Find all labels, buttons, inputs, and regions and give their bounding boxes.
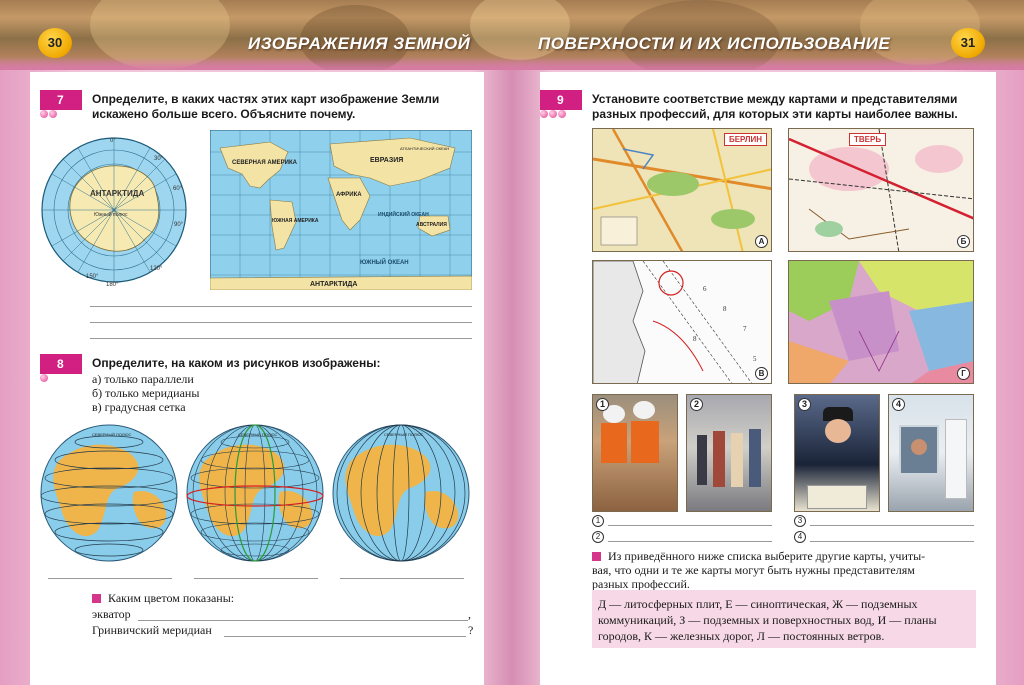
difficulty-dots — [40, 374, 49, 384]
task-7-text: Определите, в каких частях этих карт изо… — [92, 92, 440, 121]
answer-line[interactable] — [90, 338, 472, 339]
answer-number: 2 — [592, 531, 604, 543]
svg-text:90°: 90° — [174, 222, 184, 228]
svg-text:ЮЖНЫЙ ОКЕАН: ЮЖНЫЙ ОКЕАН — [360, 258, 409, 266]
globe-parallels: СЕВЕРНЫЙ ПОЛЮС — [40, 424, 178, 562]
svg-text:0°: 0° — [110, 138, 116, 144]
south-pole-label: Южный полюс — [94, 211, 128, 218]
svg-text:ЮЖНАЯ АМЕРИКА: ЮЖНАЯ АМЕРИКА — [272, 218, 319, 224]
left-page: 7 Определите, в каких частях этих карт и… — [30, 72, 484, 685]
photo-number: 2 — [690, 398, 703, 411]
equator-label: экватор — [92, 607, 131, 621]
photo-3-ship-captain: 3 — [794, 394, 880, 512]
greenwich-answer-field[interactable] — [224, 636, 466, 637]
svg-text:180°: 180° — [106, 282, 119, 288]
task-8-options: а) только параллели б) только меридианы … — [92, 372, 200, 414]
svg-text:6: 6 — [703, 285, 707, 293]
svg-text:АТЛАНТИЧЕСКИЙ ОКЕАН: АТЛАНТИЧЕСКИЙ ОКЕАН — [400, 146, 449, 151]
globe-answer-line[interactable] — [48, 578, 172, 579]
map-b-tver: ТВЕРЬ Б — [788, 128, 974, 252]
equator-answer-field[interactable] — [138, 620, 468, 621]
svg-text:60°: 60° — [173, 186, 183, 192]
left-page-number: 30 — [38, 28, 72, 58]
svg-text:СЕВЕРНЫЙ ПОЛЮС: СЕВЕРНЫЙ ПОЛЮС — [92, 432, 132, 437]
svg-text:АВСТРАЛИЯ: АВСТРАЛИЯ — [416, 222, 447, 228]
svg-text:5: 5 — [753, 355, 757, 363]
map-city-tag: БЕРЛИН — [723, 133, 767, 146]
svg-text:8: 8 — [723, 305, 727, 313]
photo-number: 1 — [596, 398, 609, 411]
photo-2-tourists: 2 — [686, 394, 772, 512]
answer-number: 4 — [794, 531, 806, 543]
svg-text:120°: 120° — [150, 266, 163, 272]
task-9-text: Установите соответствие между картами и … — [592, 92, 958, 121]
map-city-tag: ТВЕРЬ — [849, 133, 887, 146]
task-9-number: 9 — [540, 90, 582, 110]
svg-text:ЕВРАЗИЯ: ЕВРАЗИЯ — [370, 157, 403, 164]
svg-text:8: 8 — [693, 335, 697, 343]
answer-line-4[interactable] — [810, 541, 974, 542]
right-page: 9 Установите соответствие между картами … — [540, 72, 996, 685]
difficulty-dots — [540, 110, 567, 120]
svg-text:СЕВЕРНЫЙ ПОЛЮС: СЕВЕРНЫЙ ПОЛЮС — [238, 432, 278, 437]
header-title-right: ПОВЕРХНОСТИ И ИХ ИСПОЛЬЗОВАНИЕ — [538, 34, 891, 53]
answer-line[interactable] — [90, 322, 472, 323]
map-v-nautical-chart: 6 8 7 8 5 В — [592, 260, 772, 384]
answer-line-2[interactable] — [608, 541, 772, 542]
answer-number: 1 — [592, 515, 604, 527]
greenwich-label: Гринвичский меридиан — [92, 623, 212, 637]
task-9-instruction: Из приведённого ниже списка выберите дру… — [592, 549, 926, 591]
answer-line[interactable] — [90, 306, 472, 307]
photo-1-geologists: 1 — [592, 394, 678, 512]
svg-text:СЕВЕРНЫЙ ПОЛЮС: СЕВЕРНЫЙ ПОЛЮС — [384, 432, 424, 437]
globe-answer-line[interactable] — [340, 578, 464, 579]
svg-text:АФРИКА: АФРИКА — [336, 192, 362, 198]
task-8-number: 8 — [40, 354, 82, 374]
svg-text:150°: 150° — [86, 274, 99, 280]
task-7-number: 7 — [40, 90, 82, 110]
photo-4-truck-driver: 4 — [888, 394, 974, 512]
map-letter: В — [755, 367, 768, 380]
task-8-question: Определите, на каком из рисунков изображ… — [92, 356, 381, 370]
globe-answer-line[interactable] — [194, 578, 318, 579]
difficulty-dots — [40, 110, 58, 120]
header-title-left: ИЗОБРАЖЕНИЯ ЗЕМНОЙ — [248, 34, 471, 53]
globe-grid: СЕВЕРНЫЙ ПОЛЮС — [186, 424, 324, 562]
polar-projection-map: АНТАРКТИДА Южный полюс 0° 30° 60° 90° 12… — [41, 137, 187, 288]
photo-number: 4 — [892, 398, 905, 411]
bullet-square — [92, 594, 101, 603]
svg-text:АНТАРКТИДА: АНТАРКТИДА — [310, 281, 357, 288]
map-letter: Г — [957, 367, 970, 380]
globe-meridians: СЕВЕРНЫЙ ПОЛЮС — [332, 424, 470, 562]
map-letter: А — [755, 235, 768, 248]
right-page-number: 31 — [951, 28, 985, 58]
answer-line-3[interactable] — [810, 525, 974, 526]
map-a-berlin: БЕРЛИН А — [592, 128, 772, 252]
map-g-geological: Г — [788, 260, 974, 384]
answer-number: 3 — [794, 515, 806, 527]
antarctica-label: АНТАРКТИДА — [90, 189, 144, 198]
photo-number: 3 — [798, 398, 811, 411]
answer-line-1[interactable] — [608, 525, 772, 526]
sub-question: Каким цветом показаны: — [108, 591, 235, 605]
map-types-list: Д — литосферных плит, Е — синоптическая,… — [592, 590, 976, 648]
svg-text:ИНДИЙСКИЙ ОКЕАН: ИНДИЙСКИЙ ОКЕАН — [378, 210, 429, 218]
world-mercator-map: СЕВЕРНАЯ АМЕРИКА ЕВРАЗИЯ АФРИКА ЮЖНАЯ АМ… — [210, 130, 472, 290]
map-letter: Б — [957, 235, 970, 248]
svg-text:СЕВЕРНАЯ АМЕРИКА: СЕВЕРНАЯ АМЕРИКА — [232, 160, 298, 166]
svg-text:7: 7 — [743, 325, 747, 333]
svg-text:30°: 30° — [154, 156, 164, 162]
